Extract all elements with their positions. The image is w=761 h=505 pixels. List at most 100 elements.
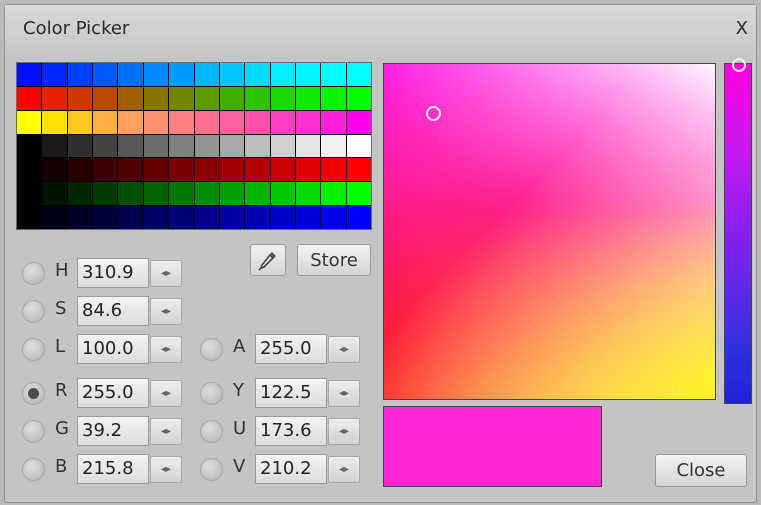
palette-swatch[interactable]	[245, 134, 270, 158]
palette-swatch[interactable]	[42, 63, 67, 86]
palette-swatch[interactable]	[219, 158, 245, 182]
hue-slider[interactable]	[724, 58, 752, 404]
palette-swatch[interactable]	[270, 86, 295, 110]
palette-swatch[interactable]	[169, 134, 194, 158]
radio-a[interactable]	[200, 338, 223, 361]
palette-swatch[interactable]	[93, 134, 118, 158]
input-u[interactable]: 173.6	[255, 416, 327, 446]
palette-swatch[interactable]	[169, 158, 194, 182]
palette-swatch[interactable]	[17, 182, 42, 206]
radio-v[interactable]	[200, 458, 223, 481]
input-s[interactable]: 84.6	[77, 296, 149, 326]
palette-swatch[interactable]	[118, 63, 143, 86]
palette-swatch[interactable]	[118, 134, 143, 158]
palette-swatch[interactable]	[143, 206, 169, 229]
palette-swatch[interactable]	[346, 110, 371, 134]
palette-swatch[interactable]	[194, 63, 219, 86]
palette-swatch[interactable]	[93, 206, 118, 229]
palette-swatch[interactable]	[321, 182, 346, 206]
palette-swatch[interactable]	[143, 158, 169, 182]
palette-swatch[interactable]	[270, 158, 295, 182]
spin-arrows-icon[interactable]: ◂▸	[328, 380, 360, 407]
palette-swatch[interactable]	[17, 158, 42, 182]
palette-swatch[interactable]	[321, 63, 346, 86]
palette-swatch[interactable]	[295, 110, 321, 134]
palette-swatch[interactable]	[169, 110, 194, 134]
palette-swatch[interactable]	[321, 110, 346, 134]
palette-swatch[interactable]	[169, 182, 194, 206]
input-a[interactable]: 255.0	[255, 334, 327, 364]
palette-swatch[interactable]	[67, 110, 93, 134]
palette-swatch[interactable]	[143, 134, 169, 158]
radio-y[interactable]	[200, 382, 223, 405]
radio-s[interactable]	[22, 300, 45, 323]
input-g[interactable]: 39.2	[77, 416, 149, 446]
spin-arrows-icon[interactable]: ◂▸	[328, 418, 360, 445]
palette-swatch[interactable]	[346, 63, 371, 86]
palette-swatch[interactable]	[346, 86, 371, 110]
palette-swatch[interactable]	[270, 63, 295, 86]
palette-swatch[interactable]	[118, 206, 143, 229]
palette-swatch[interactable]	[67, 86, 93, 110]
palette-swatch[interactable]	[42, 182, 67, 206]
palette-swatch[interactable]	[118, 86, 143, 110]
palette-swatch[interactable]	[219, 110, 245, 134]
spin-arrows-icon[interactable]: ◂▸	[150, 298, 182, 325]
palette-swatch[interactable]	[17, 134, 42, 158]
palette-swatch[interactable]	[245, 86, 270, 110]
palette-swatch[interactable]	[17, 110, 42, 134]
palette-swatch[interactable]	[93, 63, 118, 86]
spin-arrows-icon[interactable]: ◂▸	[150, 418, 182, 445]
palette-swatch[interactable]	[346, 182, 371, 206]
palette-swatch[interactable]	[321, 86, 346, 110]
radio-r[interactable]	[22, 382, 45, 405]
palette-swatch[interactable]	[295, 134, 321, 158]
close-icon[interactable]: X	[736, 18, 748, 39]
input-b[interactable]: 215.8	[77, 454, 149, 484]
spin-arrows-icon[interactable]: ◂▸	[150, 380, 182, 407]
input-l[interactable]: 100.0	[77, 334, 149, 364]
spin-arrows-icon[interactable]: ◂▸	[150, 336, 182, 363]
palette-swatch[interactable]	[245, 182, 270, 206]
palette-swatch[interactable]	[169, 86, 194, 110]
palette-swatch[interactable]	[67, 182, 93, 206]
palette-swatch[interactable]	[295, 182, 321, 206]
palette-swatch[interactable]	[17, 63, 42, 86]
palette-swatch[interactable]	[67, 63, 93, 86]
palette-swatch[interactable]	[270, 110, 295, 134]
palette-swatch[interactable]	[295, 86, 321, 110]
palette-swatch[interactable]	[42, 134, 67, 158]
palette-swatch[interactable]	[194, 110, 219, 134]
radio-g[interactable]	[22, 420, 45, 443]
palette-swatch[interactable]	[245, 206, 270, 229]
input-r[interactable]: 255.0	[77, 378, 149, 408]
palette-swatch[interactable]	[321, 158, 346, 182]
palette-swatch[interactable]	[194, 158, 219, 182]
palette-swatch[interactable]	[219, 86, 245, 110]
palette-swatch[interactable]	[169, 206, 194, 229]
palette-swatch[interactable]	[143, 110, 169, 134]
palette-swatch[interactable]	[143, 86, 169, 110]
spin-arrows-icon[interactable]: ◂▸	[150, 456, 182, 483]
input-h[interactable]: 310.9	[77, 258, 149, 288]
palette-swatch[interactable]	[194, 206, 219, 229]
palette-swatch[interactable]	[245, 63, 270, 86]
palette-swatch[interactable]	[321, 206, 346, 229]
palette-swatch[interactable]	[93, 158, 118, 182]
spin-arrows-icon[interactable]: ◂▸	[150, 260, 182, 287]
palette-swatch[interactable]	[321, 134, 346, 158]
palette-swatch[interactable]	[295, 206, 321, 229]
palette-swatch[interactable]	[346, 134, 371, 158]
saturation-value-area[interactable]	[383, 63, 716, 400]
input-v[interactable]: 210.2	[255, 454, 327, 484]
radio-h[interactable]	[22, 262, 45, 285]
sv-selection-cursor[interactable]	[426, 106, 441, 121]
palette-swatch[interactable]	[118, 158, 143, 182]
palette-swatch[interactable]	[118, 182, 143, 206]
input-y[interactable]: 122.5	[255, 378, 327, 408]
palette-swatch[interactable]	[143, 182, 169, 206]
radio-l[interactable]	[22, 338, 45, 361]
palette-swatch[interactable]	[42, 86, 67, 110]
palette-swatch[interactable]	[67, 206, 93, 229]
palette-swatch[interactable]	[67, 134, 93, 158]
